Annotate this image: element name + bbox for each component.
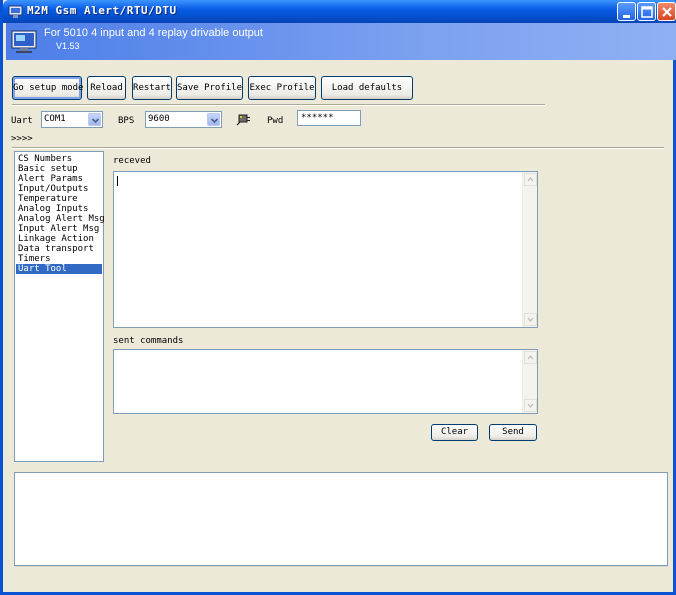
uart-select[interactable]: COM1 xyxy=(41,111,103,128)
list-item-linkage-action[interactable]: Linkage Action xyxy=(16,234,102,244)
go-setup-mode-button[interactable]: Go setup mode xyxy=(12,76,83,100)
banner-title: For 5010 4 input and 4 replay drivable o… xyxy=(44,27,263,39)
list-item-input-alert-msg[interactable]: Input Alert Msg xyxy=(16,224,102,234)
list-item-cs-numbers[interactable]: CS Numbers xyxy=(16,154,102,164)
list-item-basic-setup[interactable]: Basic setup xyxy=(16,164,102,174)
app-monitor-icon xyxy=(11,30,37,53)
pwd-label: Pwd xyxy=(267,116,284,126)
scroll-up-arrow-icon[interactable] xyxy=(524,173,537,186)
list-item-timers[interactable]: Timers xyxy=(16,254,102,264)
app-window: M2M Gsm Alert/RTU/DTU For 5010 4 input a… xyxy=(0,0,676,595)
scroll-down-arrow-icon[interactable] xyxy=(524,313,537,326)
save-profile-button[interactable]: Save Profile xyxy=(176,76,243,100)
password-field[interactable]: ****** xyxy=(297,110,361,126)
text-caret xyxy=(117,176,118,186)
settings-list[interactable]: CS Numbers Basic setup Alert Params Inpu… xyxy=(14,151,105,462)
load-defaults-button[interactable]: Load defaults xyxy=(321,76,413,100)
connector-plug-icon[interactable] xyxy=(236,112,250,126)
bps-label: BPS xyxy=(118,116,135,126)
maximize-icon xyxy=(641,6,653,18)
received-textarea[interactable] xyxy=(113,171,538,328)
scroll-up-arrow-icon[interactable] xyxy=(524,351,537,364)
sent-scrollbar[interactable] xyxy=(522,350,537,413)
minimize-button[interactable] xyxy=(617,2,636,21)
title-bar[interactable]: M2M Gsm Alert/RTU/DTU xyxy=(3,0,676,23)
list-item-alert-params[interactable]: Alert Params xyxy=(16,174,102,184)
close-button[interactable] xyxy=(657,2,676,21)
list-item-analog-alert-msg[interactable]: Analog Alert Msg xyxy=(16,214,105,224)
sent-commands-textarea[interactable] xyxy=(113,349,538,414)
received-label: receved xyxy=(113,156,151,166)
log-panel[interactable] xyxy=(14,472,668,566)
send-button[interactable]: Send xyxy=(489,424,537,441)
header-banner: For 5010 4 input and 4 replay drivable o… xyxy=(6,23,676,60)
bps-select[interactable]: 9600 xyxy=(145,111,222,128)
window-title: M2M Gsm Alert/RTU/DTU xyxy=(27,4,177,17)
toolbar-divider xyxy=(12,104,545,106)
list-item-data-transport[interactable]: Data transport xyxy=(16,244,102,254)
list-item-input-outputs[interactable]: Input/Outputs xyxy=(16,184,102,194)
reload-button[interactable]: Reload xyxy=(87,76,126,100)
minimize-icon xyxy=(623,15,630,18)
list-item-analog-inputs[interactable]: Analog Inputs xyxy=(16,204,102,214)
list-item-temperature[interactable]: Temperature xyxy=(16,194,102,204)
clear-button[interactable]: Clear xyxy=(431,424,478,441)
maximize-button[interactable] xyxy=(637,2,656,21)
status-bar xyxy=(14,566,668,567)
close-icon xyxy=(662,7,672,17)
version-label: V1.53 xyxy=(56,41,80,51)
chevron-down-icon[interactable] xyxy=(207,113,220,126)
list-item-uart-tool[interactable]: Uart Tool xyxy=(16,264,102,274)
exec-profile-button[interactable]: Exec Profile xyxy=(248,76,316,100)
status-indicator: >>>> xyxy=(11,134,33,144)
chevron-down-icon[interactable] xyxy=(88,113,101,126)
content-divider xyxy=(12,147,664,149)
sent-commands-label: sent commands xyxy=(113,336,184,346)
bps-value: 9600 xyxy=(148,114,170,124)
uart-value: COM1 xyxy=(44,114,66,124)
received-scrollbar[interactable] xyxy=(522,172,537,327)
scroll-down-arrow-icon[interactable] xyxy=(524,399,537,412)
uart-label: Uart xyxy=(11,116,33,126)
app-small-icon xyxy=(8,5,23,18)
restart-button[interactable]: Restart xyxy=(132,76,172,100)
